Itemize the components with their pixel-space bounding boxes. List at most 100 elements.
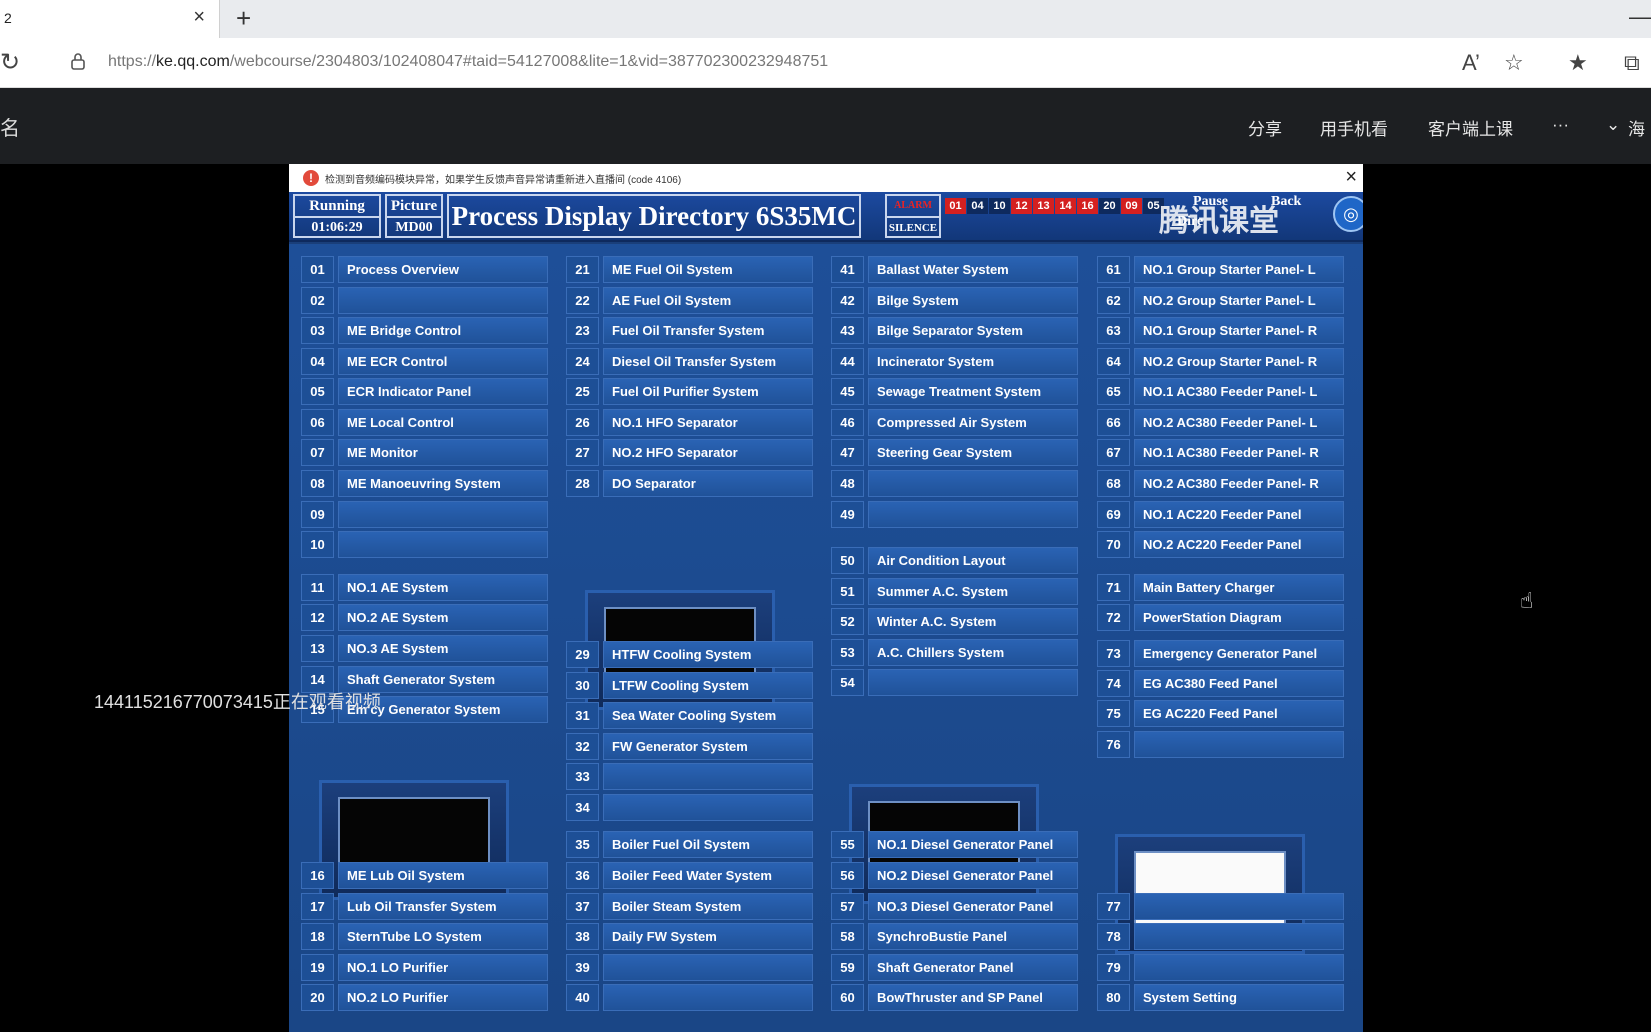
favorites-icon[interactable]: ★: [1568, 50, 1588, 76]
directory-item-number[interactable]: 66: [1097, 409, 1130, 436]
directory-item-number[interactable]: 40: [566, 984, 599, 1011]
directory-item-number[interactable]: 50: [831, 547, 864, 574]
directory-item-number[interactable]: 33: [566, 763, 599, 790]
directory-item-label[interactable]: Bilge System: [868, 287, 1078, 314]
directory-item-number[interactable]: 39: [566, 954, 599, 981]
read-aloud-icon[interactable]: A’: [1462, 50, 1480, 76]
directory-item-label[interactable]: NO.2 AC380 Feeder Panel- L: [1134, 409, 1344, 436]
directory-item-number[interactable]: 51: [831, 578, 864, 605]
directory-item-label[interactable]: NO.1 Group Starter Panel- L: [1134, 256, 1344, 283]
directory-item-number[interactable]: 05: [301, 378, 334, 405]
directory-item-label[interactable]: [338, 531, 548, 558]
directory-item-label[interactable]: Boiler Fuel Oil System: [603, 831, 813, 858]
directory-item-number[interactable]: 36: [566, 862, 599, 889]
directory-item-label[interactable]: [338, 501, 548, 528]
minimize-icon[interactable]: —: [1629, 4, 1651, 30]
directory-item-number[interactable]: 04: [301, 348, 334, 375]
directory-item-number[interactable]: 77: [1097, 893, 1130, 920]
directory-item-number[interactable]: 32: [566, 733, 599, 760]
directory-item-number[interactable]: 34: [566, 794, 599, 821]
alarm-group-13[interactable]: 13: [1033, 198, 1054, 214]
directory-item-label[interactable]: NO.1 AC380 Feeder Panel- L: [1134, 378, 1344, 405]
directory-item-number[interactable]: 01: [301, 256, 334, 283]
silence-button[interactable]: SILENCE: [887, 218, 939, 238]
directory-item-label[interactable]: NO.1 Group Starter Panel- R: [1134, 317, 1344, 344]
directory-item-label[interactable]: ME Lub Oil System: [338, 862, 548, 889]
directory-item-label[interactable]: Fuel Oil Purifier System: [603, 378, 813, 405]
directory-item-number[interactable]: 09: [301, 501, 334, 528]
directory-item-label[interactable]: AE Fuel Oil System: [603, 287, 813, 314]
directory-item-number[interactable]: 65: [1097, 378, 1130, 405]
directory-item-number[interactable]: 70: [1097, 531, 1130, 558]
directory-item-number[interactable]: 18: [301, 923, 334, 950]
directory-item-label[interactable]: Steering Gear System: [868, 439, 1078, 466]
directory-item-number[interactable]: 24: [566, 348, 599, 375]
directory-item-label[interactable]: Main Battery Charger: [1134, 574, 1344, 601]
collections-icon[interactable]: ⧉: [1624, 50, 1640, 76]
directory-item-label[interactable]: EG AC380 Feed Panel: [1134, 670, 1344, 697]
directory-item-number[interactable]: 46: [831, 409, 864, 436]
directory-item-label[interactable]: ME Bridge Control: [338, 317, 548, 344]
alarm-group-20[interactable]: 20: [1099, 198, 1120, 214]
directory-item-number[interactable]: 48: [831, 470, 864, 497]
directory-item-label[interactable]: NO.1 AC220 Feeder Panel: [1134, 501, 1344, 528]
nav-share[interactable]: 分享: [1248, 115, 1282, 140]
directory-item-number[interactable]: 61: [1097, 256, 1130, 283]
new-tab-icon[interactable]: +: [236, 3, 251, 34]
directory-item-number[interactable]: 78: [1097, 923, 1130, 950]
directory-item-number[interactable]: 62: [1097, 287, 1130, 314]
directory-item-label[interactable]: [603, 763, 813, 790]
directory-item-label[interactable]: Bilge Separator System: [868, 317, 1078, 344]
directory-item-number[interactable]: 37: [566, 893, 599, 920]
alarm-box[interactable]: ALARM SILENCE: [885, 194, 941, 238]
directory-item-number[interactable]: 55: [831, 831, 864, 858]
directory-item-label[interactable]: ME Fuel Oil System: [603, 256, 813, 283]
directory-item-number[interactable]: 38: [566, 923, 599, 950]
directory-item-label[interactable]: ME Manoeuvring System: [338, 470, 548, 497]
directory-item-number[interactable]: 41: [831, 256, 864, 283]
directory-item-label[interactable]: [338, 287, 548, 314]
directory-item-number[interactable]: 47: [831, 439, 864, 466]
alarm-group-01[interactable]: 01: [945, 198, 966, 214]
nav-sea[interactable]: 海: [1628, 115, 1645, 140]
directory-item-label[interactable]: Winter A.C. System: [868, 608, 1078, 635]
directory-item-number[interactable]: 60: [831, 984, 864, 1011]
directory-item-label[interactable]: Process Overview: [338, 256, 548, 283]
directory-item-label[interactable]: NO.2 Diesel Generator Panel: [868, 862, 1078, 889]
directory-item-number[interactable]: 69: [1097, 501, 1130, 528]
directory-item-number[interactable]: 13: [301, 635, 334, 662]
directory-item-number[interactable]: 23: [566, 317, 599, 344]
directory-item-number[interactable]: 42: [831, 287, 864, 314]
directory-item-label[interactable]: Daily FW System: [603, 923, 813, 950]
directory-item-label[interactable]: Lub Oil Transfer System: [338, 893, 548, 920]
directory-item-number[interactable]: 19: [301, 954, 334, 981]
directory-item-label[interactable]: NO.3 AE System: [338, 635, 548, 662]
directory-item-number[interactable]: 73: [1097, 640, 1130, 667]
directory-item-label[interactable]: NO.2 Group Starter Panel- R: [1134, 348, 1344, 375]
directory-item-number[interactable]: 68: [1097, 470, 1130, 497]
directory-item-number[interactable]: 28: [566, 470, 599, 497]
directory-item-number[interactable]: 52: [831, 608, 864, 635]
directory-item-number[interactable]: 07: [301, 439, 334, 466]
directory-item-number[interactable]: 16: [301, 862, 334, 889]
directory-item-label[interactable]: [868, 501, 1078, 528]
directory-item-label[interactable]: [603, 794, 813, 821]
directory-item-label[interactable]: ME Local Control: [338, 409, 548, 436]
directory-item-label[interactable]: PowerStation Diagram: [1134, 604, 1344, 631]
directory-item-label[interactable]: NO.2 AC220 Feeder Panel: [1134, 531, 1344, 558]
directory-item-label[interactable]: [1134, 923, 1344, 950]
directory-item-number[interactable]: 26: [566, 409, 599, 436]
directory-item-number[interactable]: 10: [301, 531, 334, 558]
directory-item-number[interactable]: 30: [566, 672, 599, 699]
directory-item-label[interactable]: BowThruster and SP Panel: [868, 984, 1078, 1011]
directory-item-label[interactable]: NO.2 AE System: [338, 604, 548, 631]
directory-item-label[interactable]: [1134, 954, 1344, 981]
reload-icon[interactable]: ↻: [0, 48, 20, 77]
url-field[interactable]: https://ke.qq.com/webcourse/2304803/1024…: [108, 53, 828, 71]
alarm-group-12[interactable]: 12: [1011, 198, 1032, 214]
directory-item-label[interactable]: HTFW Cooling System: [603, 641, 813, 668]
directory-item-label[interactable]: Diesel Oil Transfer System: [603, 348, 813, 375]
nav-client[interactable]: 客户端上课: [1428, 115, 1513, 140]
directory-item-number[interactable]: 06: [301, 409, 334, 436]
directory-item-label[interactable]: NO.1 AC380 Feeder Panel- R: [1134, 439, 1344, 466]
